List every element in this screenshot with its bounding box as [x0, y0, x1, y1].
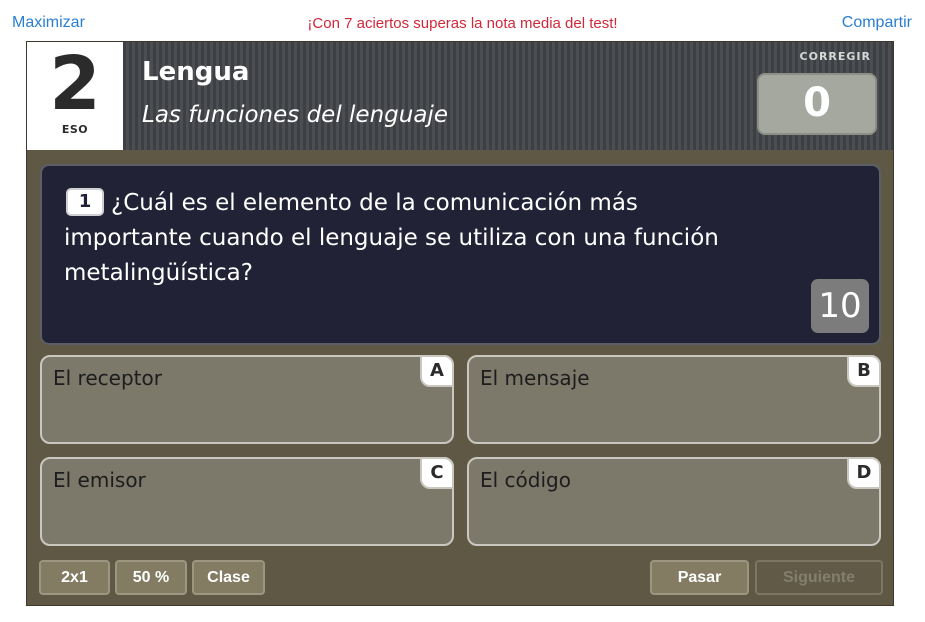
next-button[interactable]: Siguiente	[755, 560, 883, 595]
answer-text: El receptor	[53, 366, 162, 390]
answer-option-c[interactable]: El emisor C	[40, 457, 454, 546]
answer-text: El emisor	[53, 468, 146, 492]
grade-label: ESO	[61, 123, 89, 136]
grade-badge: 2 ESO	[27, 42, 123, 150]
correct-label: CORREGIR	[799, 50, 871, 63]
question-text: ¿Cuál es el elemento de la comunicación …	[64, 190, 719, 286]
fifty-percent-button[interactable]: 50 %	[115, 560, 187, 595]
countdown-timer: 10	[811, 279, 869, 333]
class-button[interactable]: Clase	[192, 560, 265, 595]
topic-subtitle: Las funciones del lenguaje	[142, 102, 448, 128]
answer-option-a[interactable]: El receptor A	[40, 355, 454, 444]
answer-letter-badge: B	[847, 355, 881, 387]
promo-message: ¡Con 7 aciertos superas la nota media de…	[307, 15, 618, 32]
share-link[interactable]: Compartir	[842, 14, 912, 32]
answer-text: El código	[480, 468, 571, 492]
answer-letter-badge: D	[847, 457, 881, 489]
answer-option-d[interactable]: El código D	[467, 457, 881, 546]
question-panel: 1 ¿Cuál es el elemento de la comunicació…	[40, 164, 881, 345]
maximize-link[interactable]: Maximizar	[12, 14, 85, 32]
grade-number: 2	[49, 41, 101, 127]
skip-button[interactable]: Pasar	[650, 560, 749, 595]
answer-text: El mensaje	[480, 366, 590, 390]
quiz-app: 2 ESO Lengua Las funciones del lenguaje …	[26, 41, 894, 606]
score-counter: 0	[757, 73, 877, 135]
answer-letter-badge: C	[420, 457, 454, 489]
two-for-one-button[interactable]: 2x1	[39, 560, 110, 595]
subject-title: Lengua	[142, 57, 250, 87]
answer-option-b[interactable]: El mensaje B	[467, 355, 881, 444]
quiz-header: 2 ESO Lengua Las funciones del lenguaje …	[27, 42, 893, 150]
answer-letter-badge: A	[420, 355, 454, 387]
